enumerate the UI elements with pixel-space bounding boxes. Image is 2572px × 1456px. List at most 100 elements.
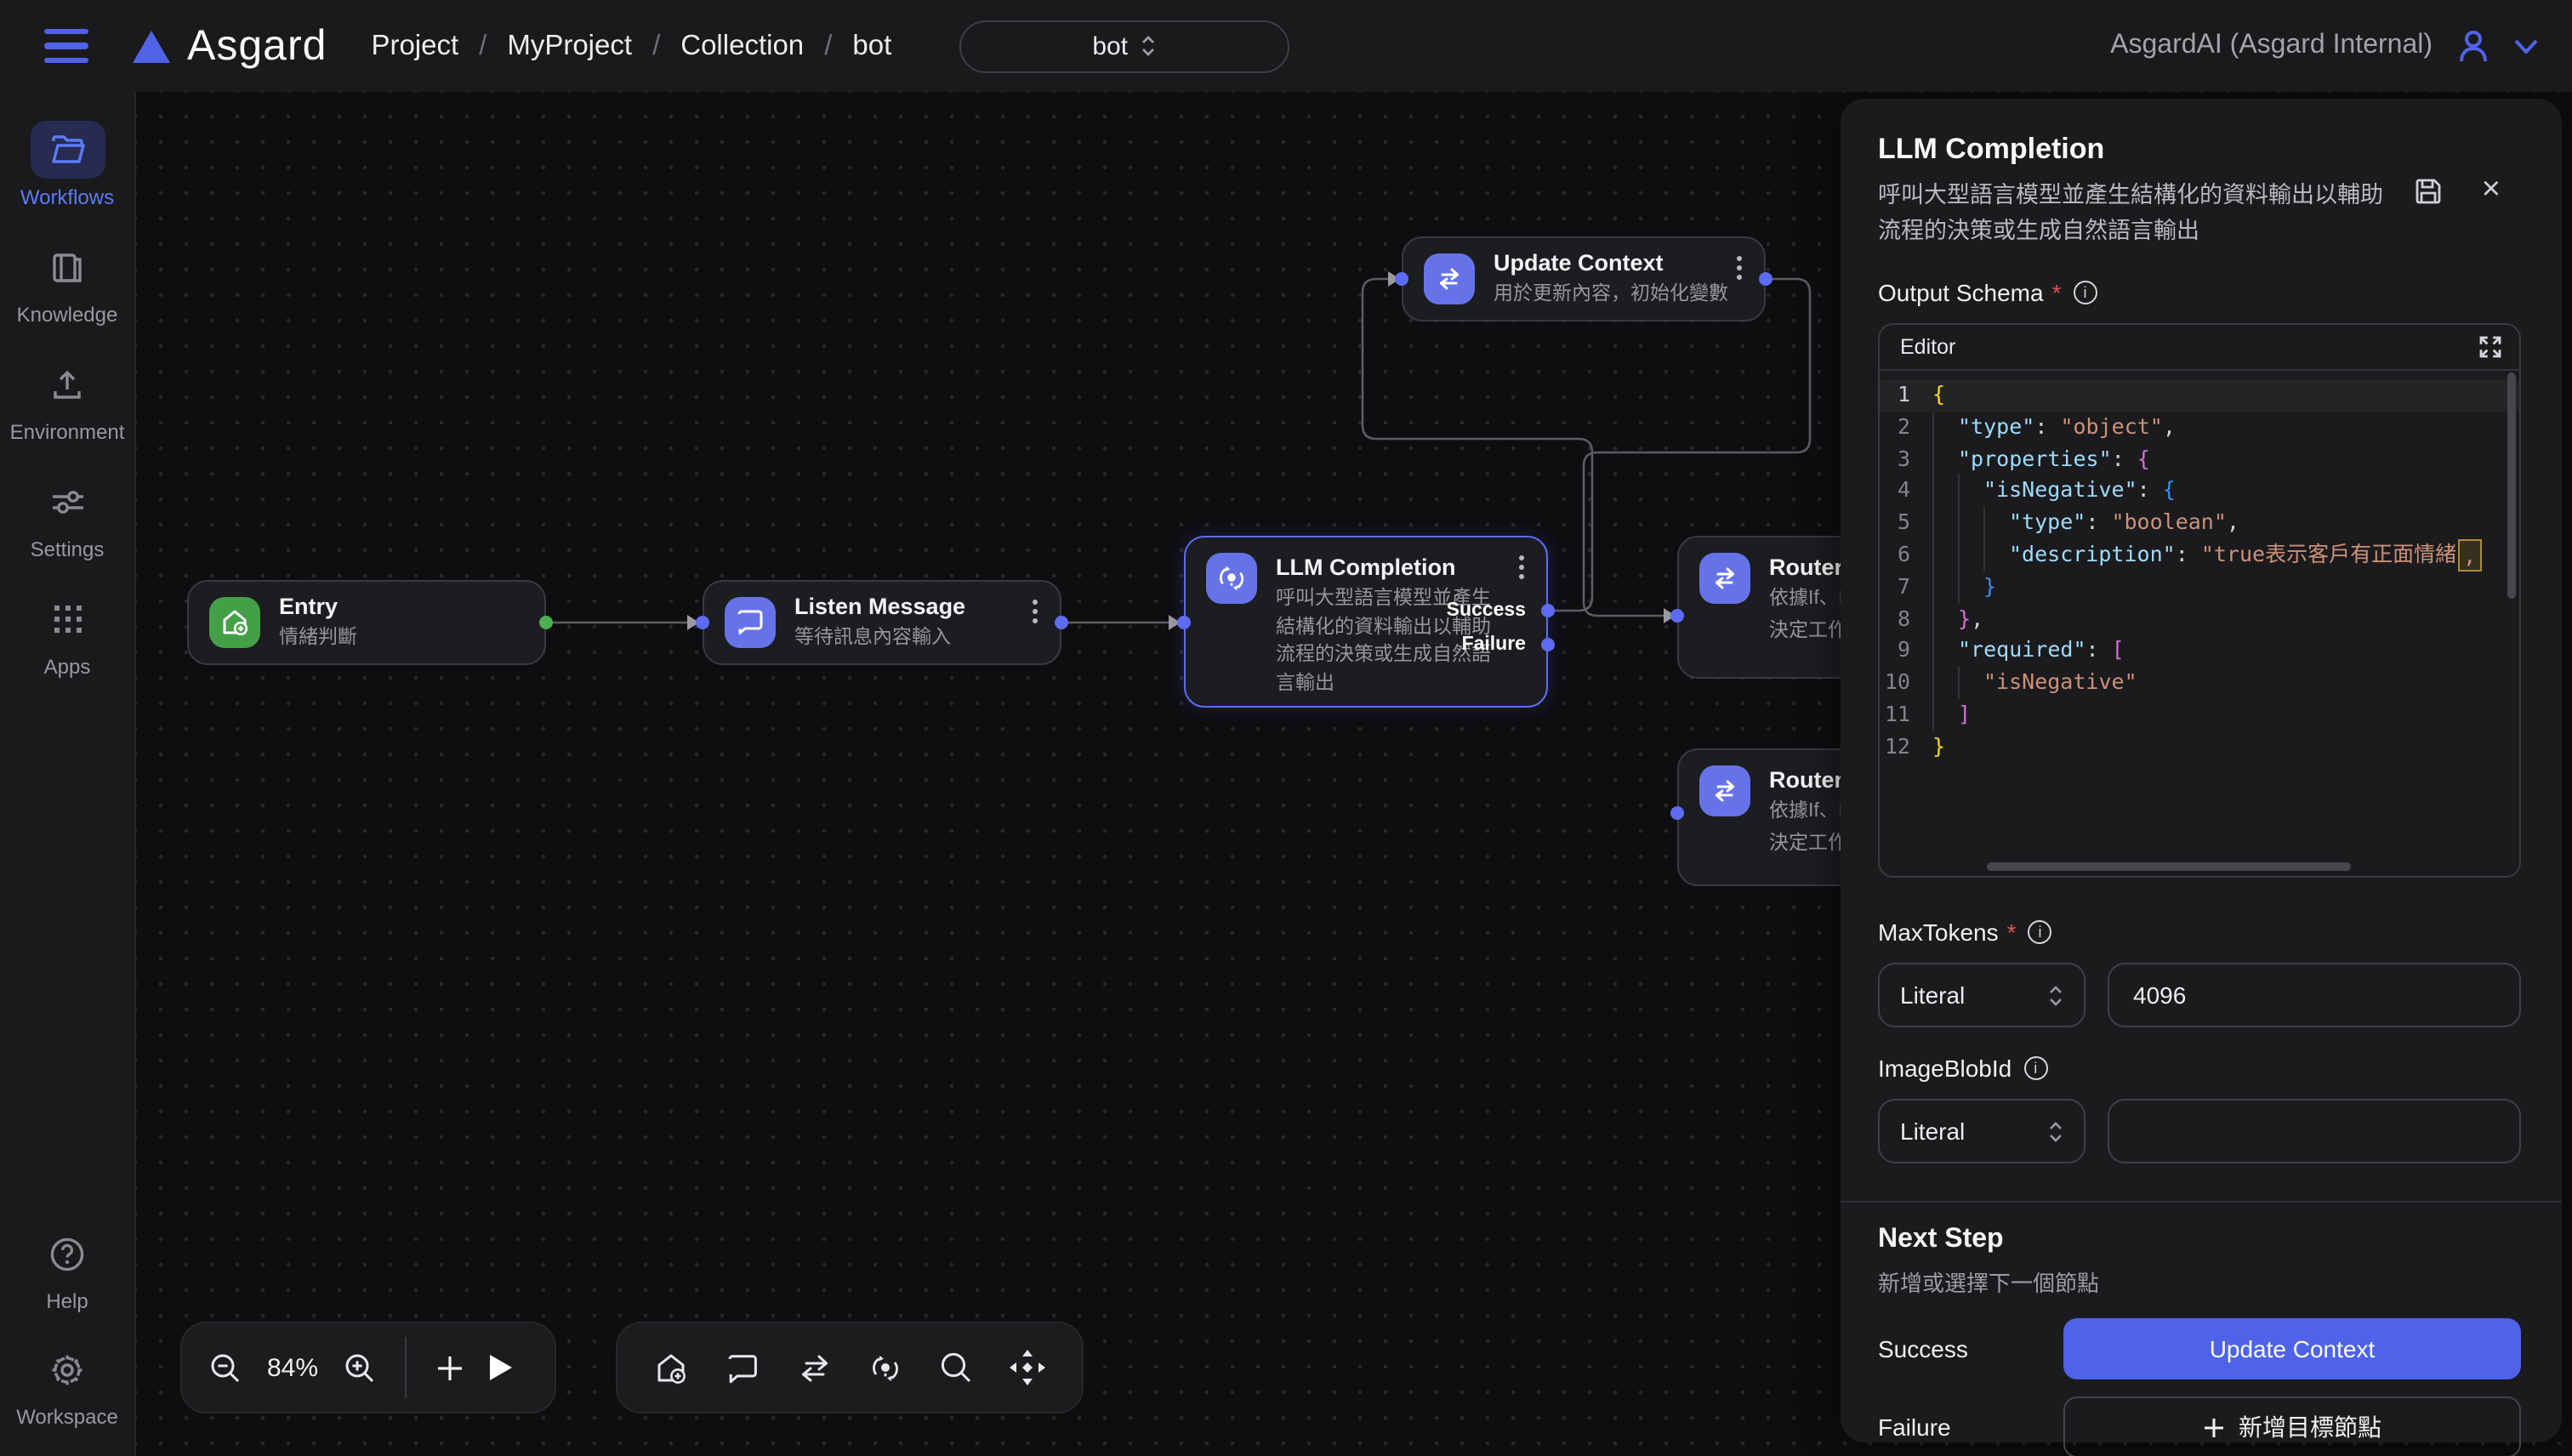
close-icon[interactable]: × [2482,173,2501,206]
sidebar-item-apps[interactable]: Apps [30,590,105,679]
folder-icon [50,134,84,165]
palette-router-icon[interactable] [795,1351,833,1384]
code-line[interactable]: 9"required": [ [1880,635,2519,668]
node-menu-kebab-icon[interactable] [1033,609,1038,614]
run-workflow-button[interactable] [487,1352,514,1383]
node-entry[interactable]: Entry 情緒判斷 [187,580,546,665]
port-label-success[interactable]: Success [1447,600,1526,621]
code-line[interactable]: 6"description": "true表示客戶有正面情緒, [1880,539,2519,572]
code-line[interactable]: 10"isNegative" [1880,667,2519,699]
port-listen-output[interactable] [1055,616,1068,629]
success-target-button[interactable]: Update Context [2063,1318,2521,1379]
port-llm-failure[interactable] [1541,638,1555,651]
code-token: } [1983,572,1996,604]
image-blob-id-mode-select[interactable]: Literal [1878,1099,2085,1163]
code-token: : [2086,635,2112,668]
save-icon[interactable] [2414,177,2443,206]
port-update-context-output[interactable] [1759,272,1773,286]
port-llm-input[interactable] [1177,616,1191,629]
palette-llm-icon[interactable] [868,1350,904,1385]
zoom-out-button[interactable] [209,1351,242,1384]
code-token: : [2137,475,2163,508]
editor-horizontal-scrollbar[interactable] [1987,862,2351,871]
code-token: } [1958,603,1971,635]
node-llm-completion[interactable]: LLM Completion 呼叫大型語言模型並產生結構化的資料輸出以輔助流程的… [1184,536,1548,708]
info-icon[interactable] [2073,281,2097,304]
plus-icon [2203,1416,2225,1438]
port-router-bottom-input[interactable] [1670,806,1684,820]
panel-divider [1841,1201,2562,1203]
code-token: "isNegative" [1983,667,2137,699]
indent-guide [1958,507,1983,539]
indent-guide [1932,572,1958,604]
node-update-context[interactable]: Update Context 用於更新內容，初始化變數 [1402,236,1766,321]
code-line[interactable]: 3"properties": { [1880,443,2519,475]
code-line[interactable]: 2"type": "object", [1880,412,2519,444]
palette-move-icon[interactable] [1009,1349,1046,1386]
code-token: ] [1958,699,1971,731]
editor-vertical-scrollbar[interactable] [2507,373,2516,599]
max-tokens-mode-select[interactable]: Literal [1878,963,2085,1027]
sidebar-item-label: Environment [10,420,125,444]
palette-search-icon[interactable] [939,1351,973,1385]
palette-entry-node-icon[interactable] [653,1350,689,1385]
sidebar-item-help[interactable]: Help [30,1225,105,1313]
image-blob-id-input[interactable] [2108,1099,2521,1163]
editor-title: Editor [1900,335,1955,359]
indent-guide [1932,635,1958,668]
account-chevron-down-icon[interactable] [2514,38,2538,54]
breadcrumb-bot[interactable]: bot [852,30,891,62]
code-token: [ [2112,635,2125,668]
indent-guide [1932,603,1958,635]
breadcrumb-project[interactable]: Project [371,30,458,62]
code-token: "true表示客戶有正面情緒 [2201,539,2456,572]
expand-editor-icon[interactable] [2478,335,2502,359]
code-line[interactable]: 4"isNegative": { [1880,475,2519,508]
panel-title: LLM Completion [1878,133,2521,167]
code-token: "type" [1958,412,2034,444]
port-listen-input[interactable] [696,616,709,629]
add-failure-target-button[interactable]: 新增目標節點 [2063,1396,2521,1456]
workflow-selector-dropdown[interactable]: bot [959,20,1289,72]
line-number: 7 [1880,572,1932,604]
code-line[interactable]: 8}, [1880,603,2519,635]
port-update-context-input[interactable] [1395,272,1408,286]
schema-editor[interactable]: Editor 1{2"type": "object",3"properties"… [1878,323,2521,878]
sidebar-item-environment[interactable]: Environment [10,355,125,444]
code-line[interactable]: 12} [1880,731,2519,764]
line-number: 11 [1880,699,1932,731]
code-token: , [2227,507,2239,539]
info-icon[interactable] [2029,920,2052,944]
code-token: "properties" [1958,443,2112,475]
hamburger-menu-icon[interactable] [44,29,88,63]
breadcrumb-myproject[interactable]: MyProject [507,30,632,62]
image-blob-id-label: ImageBlobId [1878,1055,2012,1082]
add-node-button[interactable] [435,1353,464,1382]
port-llm-success[interactable] [1541,604,1555,617]
code-line[interactable]: 5"type": "boolean", [1880,507,2519,539]
node-subtitle: 用於更新內容，初始化變數 [1494,282,1728,310]
code-line[interactable]: 1{ [1880,379,2519,412]
breadcrumb-collection[interactable]: Collection [680,30,804,62]
code-lines[interactable]: 1{2"type": "object",3"properties": {4"is… [1880,371,2519,857]
info-icon[interactable] [2023,1056,2047,1080]
sidebar-item-workflows[interactable]: Workflows [20,121,114,209]
port-label-failure[interactable]: Failure [1462,634,1526,655]
sidebar-item-knowledge[interactable]: Knowledge [17,238,118,327]
user-icon[interactable] [2453,26,2494,66]
port-entry-output[interactable] [539,616,553,629]
code-line[interactable]: 11] [1880,699,2519,731]
node-menu-kebab-icon[interactable] [1519,565,1524,570]
editor-header: Editor [1880,325,2519,371]
indent-guide [1932,443,1958,475]
port-router-top-input[interactable] [1670,609,1684,623]
palette-listen-message-icon[interactable] [724,1350,760,1385]
sidebar-item-settings[interactable]: Settings [30,473,105,561]
zoom-in-button[interactable] [344,1351,376,1384]
breadcrumb-separator: / [479,30,487,62]
node-menu-kebab-icon[interactable] [1737,265,1742,270]
sidebar-item-workspace[interactable]: Workspace [16,1340,118,1429]
node-listen-message[interactable]: Listen Message 等待訊息內容輸入 [703,580,1061,665]
max-tokens-input[interactable] [2108,963,2521,1027]
code-line[interactable]: 7} [1880,572,2519,604]
